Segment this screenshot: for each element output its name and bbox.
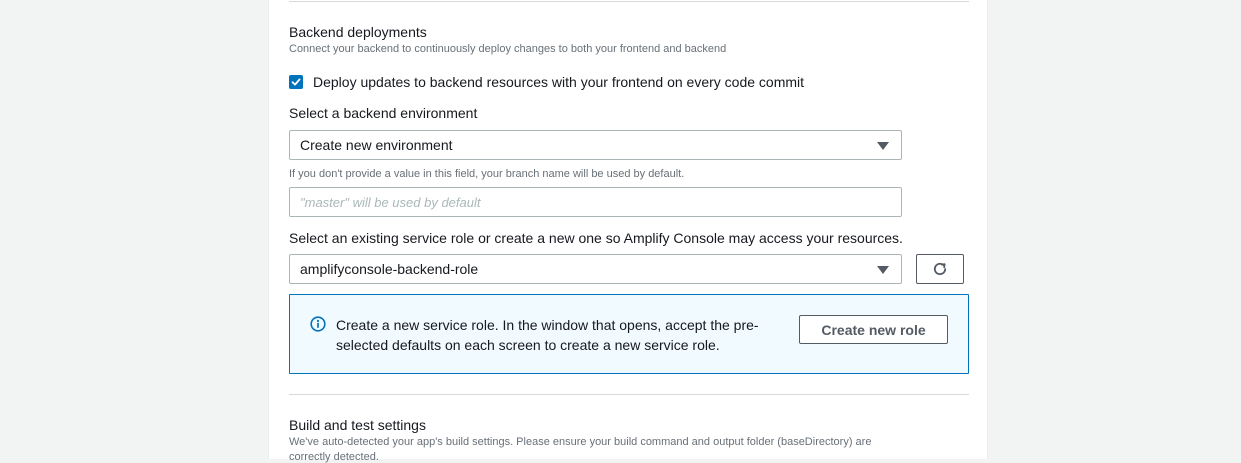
env-name-hint: If you don't provide a value in this fie… [289, 168, 685, 180]
top-divider [289, 1, 969, 2]
service-role-select[interactable]: amplifyconsole-backend-role [289, 254, 902, 284]
deploy-backend-checkbox-label: Deploy updates to backend resources with… [313, 74, 805, 90]
deploy-backend-checkbox[interactable] [289, 75, 303, 89]
service-role-info-alert: Create a new service role. In the window… [289, 294, 969, 374]
backend-section-title: Backend deployments [289, 24, 427, 40]
section-divider [289, 394, 969, 395]
build-section-description-line-1: We've auto-detected your app's build set… [289, 436, 872, 448]
build-section-title: Build and test settings [289, 417, 426, 433]
refresh-roles-button[interactable] [916, 254, 964, 284]
info-alert-text: Create a new service role. In the window… [336, 315, 786, 355]
info-icon [310, 316, 326, 332]
service-role-label: Select an existing service role or creat… [289, 230, 903, 246]
create-new-role-button[interactable]: Create new role [799, 315, 948, 344]
backend-env-selected-value: Create new environment [300, 137, 453, 153]
refresh-icon [933, 262, 947, 275]
caret-down-icon [877, 142, 889, 150]
form-panel: Backend deployments Connect your backend… [268, 0, 988, 463]
backend-env-label: Select a backend environment [289, 105, 478, 121]
env-name-input[interactable] [289, 187, 902, 217]
caret-down-icon [877, 266, 889, 274]
backend-section-description: Connect your backend to continuously dep… [289, 43, 727, 55]
service-role-selected-value: amplifyconsole-backend-role [300, 261, 479, 277]
deploy-backend-checkbox-row[interactable]: Deploy updates to backend resources with… [289, 74, 804, 90]
backend-env-select[interactable]: Create new environment [289, 130, 902, 160]
info-alert-line-2: selected defaults on each screen to crea… [336, 337, 720, 353]
info-alert-line-1: Create a new service role. In the window… [336, 317, 759, 333]
check-icon [291, 78, 301, 86]
build-section-description-line-2: correctly detected. [289, 451, 379, 463]
